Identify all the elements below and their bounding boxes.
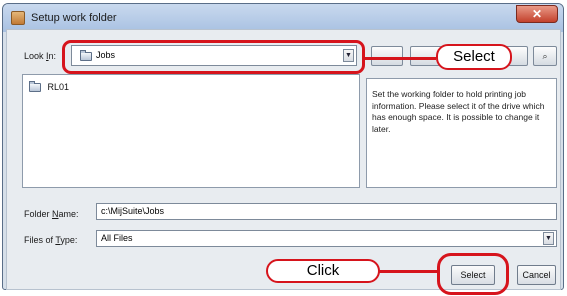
folder-name-field[interactable]: c:\MijSuite\Jobs: [96, 203, 557, 220]
app-icon: [11, 11, 25, 25]
folder-name-value: c:\MijSuite\Jobs: [101, 206, 165, 216]
callout-select: Select: [436, 44, 512, 70]
description-text: Set the working folder to hold printing …: [372, 89, 545, 134]
callout-click: Click: [266, 259, 380, 283]
look-in-highlight: [62, 40, 365, 74]
cancel-button[interactable]: Cancel: [517, 265, 556, 285]
chevron-down-icon: ▼: [543, 232, 554, 245]
list-item[interactable]: RL01: [29, 81, 70, 93]
title-bar: Setup work folder ✕: [3, 4, 563, 32]
folder-icon: [29, 81, 41, 93]
select-button-highlight: [437, 253, 509, 295]
callout-connector-top: [364, 57, 436, 60]
list-item-label: RL01: [47, 82, 70, 92]
files-of-type-value: All Files: [101, 233, 133, 243]
look-in-label: Look In:: [24, 51, 57, 61]
callout-connector-bottom: [378, 270, 438, 273]
up-folder-button[interactable]: [371, 46, 403, 66]
search-icon: ⌕: [542, 51, 548, 61]
files-of-type-label: Files of Type:: [24, 235, 78, 245]
window-title: Setup work folder: [31, 12, 117, 24]
details-view-button[interactable]: ⌕: [533, 46, 557, 66]
folder-name-label: Folder Name:: [24, 209, 79, 219]
files-of-type-combo[interactable]: All Files ▼: [96, 230, 557, 247]
file-list[interactable]: [22, 74, 360, 188]
close-button[interactable]: ✕: [516, 5, 558, 23]
